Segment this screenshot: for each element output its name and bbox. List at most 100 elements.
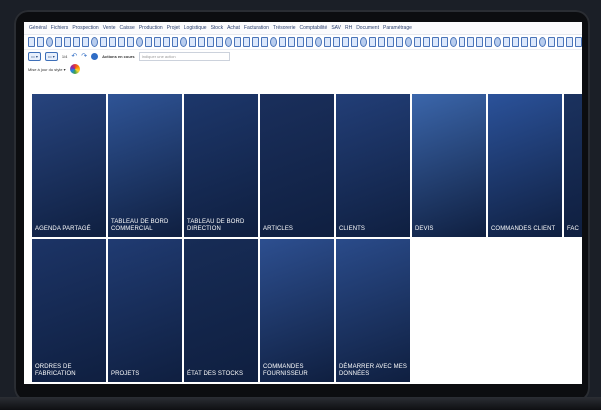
page-selector[interactable]: ▭ ▾ <box>44 51 58 61</box>
toolbar-icon[interactable] <box>189 37 197 47</box>
toolbar-icon[interactable] <box>386 37 394 47</box>
menu-item[interactable]: Comptabilité <box>300 25 328 31</box>
toolbar-icon[interactable] <box>332 37 340 47</box>
toolbar-icon[interactable] <box>306 37 313 47</box>
toolbar-icon[interactable] <box>503 37 511 47</box>
toolbar-icon[interactable] <box>28 37 35 47</box>
menu-item[interactable]: Vente <box>103 25 116 31</box>
toolbar-icon[interactable] <box>180 37 188 47</box>
tile[interactable]: ORDRES DE FABRICATION <box>32 239 106 382</box>
undo-icon[interactable]: ↶ <box>71 52 77 60</box>
toolbar-icon[interactable] <box>72 37 80 47</box>
menu-item[interactable]: Prospection <box>72 25 98 31</box>
toolbar-icon[interactable] <box>225 37 233 47</box>
toolbar-icon[interactable] <box>575 37 582 47</box>
tile[interactable]: ÉTAT DES STOCKS <box>184 239 258 382</box>
toolbar-icon[interactable] <box>63 37 71 47</box>
toolbar-icon[interactable] <box>108 37 116 47</box>
toolbar-icon[interactable] <box>45 37 53 47</box>
menu-item[interactable]: RH <box>345 25 352 31</box>
toolbar-icon[interactable] <box>521 37 529 47</box>
toolbar-icon[interactable] <box>359 37 367 47</box>
toolbar-icon[interactable] <box>81 37 89 47</box>
action-search-input[interactable]: Indiquer une action <box>138 51 230 61</box>
redo-icon[interactable]: ↷ <box>81 52 87 60</box>
tile[interactable]: TABLEAU DE BORD COMMERCIAL <box>108 94 182 237</box>
menu-item[interactable]: Document <box>356 25 379 31</box>
color-wheel-icon[interactable] <box>69 64 80 74</box>
toolbar-icon[interactable] <box>126 37 134 47</box>
menu-item[interactable]: Paramétrage <box>383 25 412 31</box>
toolbar-icon[interactable] <box>440 37 448 47</box>
toolbar-icon[interactable] <box>288 37 296 47</box>
toolbar-icon[interactable] <box>494 37 502 47</box>
toolbar-icon[interactable] <box>341 37 349 47</box>
actions-icon[interactable] <box>91 52 99 60</box>
toolbar-icon[interactable] <box>171 37 179 47</box>
menu-item[interactable]: Général <box>29 25 47 31</box>
toolbar-icon[interactable] <box>54 37 62 47</box>
tile[interactable]: DEVIS <box>412 94 486 237</box>
toolbar-icon[interactable] <box>458 37 466 47</box>
toolbar-icon[interactable] <box>279 37 287 47</box>
toolbar-icon[interactable] <box>207 37 215 47</box>
toolbar-icon[interactable] <box>90 37 98 47</box>
tile[interactable]: CLIENTS <box>336 94 410 237</box>
toolbar-icon[interactable] <box>485 37 493 47</box>
menu-item[interactable]: Projet <box>167 25 180 31</box>
toolbar-icon[interactable] <box>476 37 484 47</box>
toolbar-icon[interactable] <box>36 37 44 47</box>
toolbar-icon[interactable] <box>243 37 251 47</box>
toolbar-icon[interactable] <box>153 37 161 47</box>
toolbar-icon[interactable] <box>270 37 278 47</box>
tile[interactable]: COMMANDES FOURNISSEUR <box>260 239 334 382</box>
toolbar-icon[interactable] <box>512 37 520 47</box>
menu-item[interactable]: Trésorerie <box>273 25 296 31</box>
toolbar-icon[interactable] <box>377 37 385 47</box>
menu-item[interactable]: Production <box>139 25 163 31</box>
menu-item[interactable]: Achat <box>227 25 240 31</box>
tile[interactable]: ARTICLES <box>260 94 334 237</box>
menu-item[interactable]: SAV <box>331 25 341 31</box>
menu-item[interactable]: Facturation <box>244 25 269 31</box>
menu-item[interactable]: Fichiers <box>51 25 69 31</box>
toolbar-icon[interactable] <box>234 37 242 47</box>
menu-item[interactable]: Logistique <box>184 25 207 31</box>
tile[interactable]: DÉMARRER AVEC MES DONNÉES <box>336 239 410 382</box>
tile[interactable]: AGENDA PARTAGÉ <box>32 94 106 237</box>
toolbar-icon[interactable] <box>530 37 538 47</box>
toolbar-icon[interactable] <box>413 37 421 47</box>
tile[interactable]: COMMANDES CLIENT <box>488 94 562 237</box>
toolbar-icon[interactable] <box>557 37 565 47</box>
toolbar-icon[interactable] <box>135 37 143 47</box>
toolbar-icon[interactable] <box>297 37 305 47</box>
toolbar-icon[interactable] <box>548 37 556 47</box>
toolbar-icon[interactable] <box>261 37 269 47</box>
view-select[interactable]: ▭ ▾ <box>28 51 41 61</box>
toolbar-icon[interactable] <box>431 37 439 47</box>
toolbar-icon[interactable] <box>404 37 412 47</box>
tile[interactable]: PROJETS <box>108 239 182 382</box>
style-update-button[interactable]: Mise à jour du style ▾ <box>28 67 66 72</box>
toolbar-icon[interactable] <box>395 37 403 47</box>
toolbar-icon[interactable] <box>368 37 376 47</box>
toolbar-icon[interactable] <box>350 37 358 47</box>
toolbar-icon[interactable] <box>449 37 457 47</box>
toolbar-icon[interactable] <box>117 37 125 47</box>
toolbar-icon[interactable] <box>216 37 224 47</box>
toolbar-icon[interactable] <box>198 37 206 47</box>
toolbar-icon[interactable] <box>99 37 107 47</box>
toolbar-icon[interactable] <box>422 37 430 47</box>
menu-item[interactable]: Caisse <box>120 25 135 31</box>
tile[interactable]: TABLEAU DE BORD DIRECTION <box>184 94 258 237</box>
tile[interactable]: FAC <box>564 94 582 237</box>
menu-item[interactable]: Stock <box>211 25 224 31</box>
toolbar-icon[interactable] <box>252 37 260 47</box>
toolbar-icon[interactable] <box>539 37 547 47</box>
toolbar-icon[interactable] <box>162 37 170 47</box>
toolbar-icon[interactable] <box>566 37 574 47</box>
toolbar-icon[interactable] <box>323 37 331 47</box>
toolbar-icon[interactable] <box>315 37 322 47</box>
toolbar-icon[interactable] <box>467 37 475 47</box>
toolbar-icon[interactable] <box>144 37 152 47</box>
